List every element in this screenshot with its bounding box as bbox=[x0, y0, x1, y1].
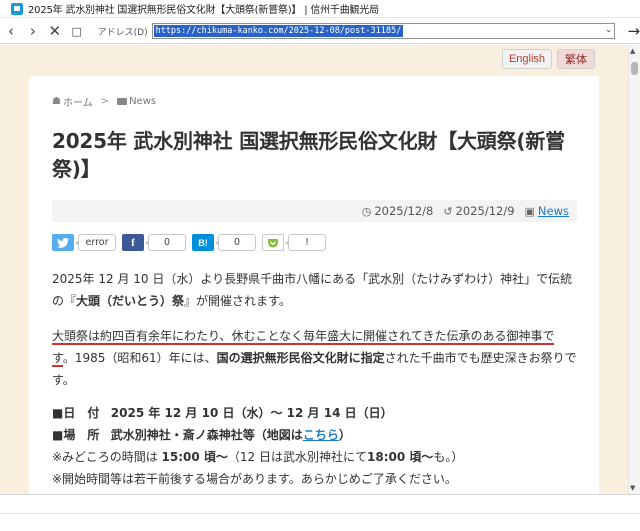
note-time-d: 18:00 頃～ bbox=[367, 450, 434, 464]
history-paragraph: 大頭祭は約四百有余年にわたり、休むことなく毎年盛大に開催されてきた伝承のある御神… bbox=[52, 325, 577, 391]
date-label: ■日 付 bbox=[52, 406, 100, 420]
breadcrumb-separator: > bbox=[100, 96, 110, 107]
go-arrow-icon[interactable]: → bbox=[627, 22, 640, 40]
place-label: ■場 所 bbox=[52, 428, 100, 442]
pocket-share[interactable]: ! bbox=[262, 234, 326, 251]
back-icon[interactable]: ‹ bbox=[0, 20, 22, 42]
forward-icon[interactable]: › bbox=[22, 20, 44, 42]
category: ▣ News bbox=[525, 204, 577, 218]
address-label: アドレス(D) bbox=[97, 27, 148, 38]
facebook-share[interactable]: f 0 bbox=[122, 234, 186, 251]
designation-text: 国の選択無形民俗文化財に指定 bbox=[216, 351, 385, 365]
chevron-down-icon[interactable]: ⌄ bbox=[605, 25, 613, 35]
address-url[interactable]: https://chikuma-kanko.com/2025-12-08/pos… bbox=[153, 25, 404, 37]
festival-name: 大頭（だいとう）祭 bbox=[76, 294, 185, 308]
place-row: ■場 所 武水別神社・斎ノ森神社等（地図はこちら） bbox=[52, 424, 577, 446]
published-date: ◷ 2025/12/8 bbox=[362, 204, 434, 218]
address-toolbar: ‹ › ✕ □ アドレス(D) https://chikuma-kanko.co… bbox=[0, 19, 640, 44]
note-time-b: 15:00 頃～ bbox=[161, 450, 228, 464]
published-date-text: 2025/12/8 bbox=[374, 204, 434, 218]
category-link[interactable]: News bbox=[538, 204, 569, 218]
scrollbar-thumb[interactable] bbox=[631, 62, 638, 75]
place-close: ） bbox=[338, 428, 351, 442]
twitter-icon[interactable] bbox=[52, 234, 74, 251]
home-icon: ☗ bbox=[52, 96, 61, 107]
note-time-a: ※みどころの時間は bbox=[52, 450, 158, 464]
map-link[interactable]: こちら bbox=[303, 428, 339, 442]
window-title: 2025年 武水別神社 国選択無形民俗文化財【大頭祭(新嘗祭)】 | 信州千曲観… bbox=[28, 5, 379, 16]
facebook-icon[interactable]: f bbox=[122, 234, 144, 251]
browser-app-icon bbox=[11, 2, 23, 15]
intro-text-c: 』が開催されます。 bbox=[184, 294, 291, 308]
event-info: ■日 付 2025 年 12 月 10 日（水）～ 12 月 14 日（日） ■… bbox=[52, 402, 577, 490]
hatena-share[interactable]: B! 0 bbox=[192, 234, 256, 251]
breadcrumb-home[interactable]: ホーム bbox=[63, 94, 93, 109]
place-value: 武水別神社・斎ノ森神社等（地図は bbox=[110, 428, 303, 442]
note-time-c: （12 日は武水別神社にて bbox=[227, 450, 368, 464]
twitter-share[interactable]: error bbox=[52, 234, 116, 251]
stop-icon[interactable]: ✕ bbox=[44, 20, 66, 42]
share-buttons: error f 0 B! 0 ! bbox=[52, 234, 332, 251]
traditional-chinese-button[interactable]: 繁体 bbox=[557, 49, 595, 69]
folder-open-icon: ▣ bbox=[524, 204, 535, 218]
clock-icon: ◷ bbox=[361, 204, 372, 218]
history-text-b: 。1985（昭和61）年には、 bbox=[62, 351, 217, 365]
article-card: ☗ ホーム > News 2025年 武水別神社 国選択無形民俗文化財【大頭祭(… bbox=[29, 76, 599, 494]
vertical-scrollbar[interactable]: ▲ ▼ bbox=[628, 45, 640, 494]
note-start-row: ※開始時間等は若干前後する場合があります。あらかじめご了承ください。 bbox=[52, 472, 457, 486]
window-titlebar: 2025年 武水別神社 国選択無形民俗文化財【大頭祭(新嘗祭)】 | 信州千曲観… bbox=[0, 0, 640, 18]
address-input[interactable]: https://chikuma-kanko.com/2025-12-08/pos… bbox=[151, 23, 616, 39]
breadcrumb: ☗ ホーム > News bbox=[52, 94, 156, 109]
twitter-count: error bbox=[75, 234, 116, 251]
pocket-icon[interactable] bbox=[262, 234, 284, 251]
english-button[interactable]: English bbox=[502, 49, 552, 69]
hatena-bookmark-icon[interactable]: B! bbox=[192, 234, 214, 251]
article-meta: ◷ 2025/12/8 ↺ 2025/12/9 ▣ News bbox=[52, 200, 577, 222]
document-icon: □ bbox=[71, 24, 82, 38]
breadcrumb-category[interactable]: News bbox=[129, 96, 156, 107]
status-bar bbox=[0, 494, 640, 531]
folder-icon bbox=[117, 98, 128, 105]
updated-date-text: 2025/12/9 bbox=[455, 204, 515, 218]
scroll-up-icon[interactable]: ▲ bbox=[630, 47, 635, 55]
scroll-down-icon[interactable]: ▼ bbox=[630, 484, 635, 492]
history-icon: ↺ bbox=[443, 204, 453, 218]
status-divider bbox=[0, 513, 640, 514]
intro-paragraph: 2025年 12 月 10 日（水）より長野県千曲市八幡にある「武水別（たけみず… bbox=[52, 268, 577, 312]
date-row: ■日 付 2025 年 12 月 10 日（水）～ 12 月 14 日（日） bbox=[52, 402, 577, 424]
page-viewport: English 繁体 ☗ ホーム > News 2025年 武水別神社 国選択無… bbox=[0, 45, 628, 494]
date-value: 2025 年 12 月 10 日（水）～ 12 月 14 日（日） bbox=[110, 406, 393, 420]
hatena-count: 0 bbox=[215, 234, 256, 251]
updated-date: ↺ 2025/12/9 bbox=[443, 204, 514, 218]
note-time-row: ※みどころの時間は 15:00 頃～（12 日は武水別神社にて18:00 頃～も… bbox=[52, 446, 577, 468]
facebook-count: 0 bbox=[145, 234, 186, 251]
article-title: 2025年 武水別神社 国選択無形民俗文化財【大頭祭(新嘗祭)】 bbox=[52, 129, 565, 181]
pocket-count: ! bbox=[285, 234, 326, 251]
note-time-e: も。） bbox=[433, 450, 464, 464]
